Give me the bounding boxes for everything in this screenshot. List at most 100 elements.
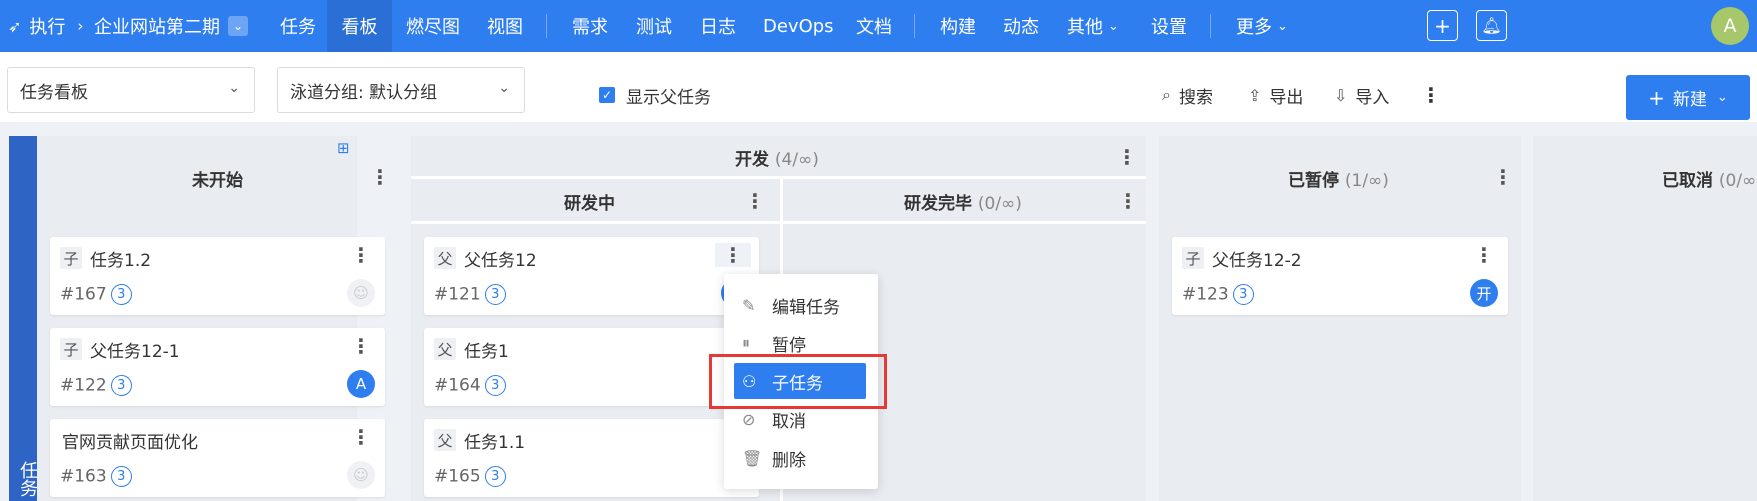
card-id: #165 3 xyxy=(434,466,506,487)
nav-item-build[interactable]: 构建 xyxy=(940,0,976,52)
column-group-divider xyxy=(411,176,1146,179)
task-card[interactable]: 官网贡献页面优化 ⋮ #163 3 ☺ xyxy=(50,419,385,497)
nav-item-other[interactable]: 其他 ⌄ xyxy=(1067,0,1119,52)
card-menu-icon[interactable]: ⋮ xyxy=(715,243,751,267)
new-button[interactable]: + 新建 ⌄ xyxy=(1626,75,1750,120)
project-name: 企业网站第二期 xyxy=(94,17,220,38)
show-parent-checkbox[interactable]: ✓ xyxy=(599,87,615,103)
project-selector[interactable]: 企业网站第二期 ⌄ xyxy=(94,0,248,52)
export-icon: ⇪ xyxy=(1248,85,1262,105)
assignee-avatar[interactable]: 开 xyxy=(1470,279,1498,307)
card-title[interactable]: 父任务12-1 xyxy=(90,337,180,362)
menu-item-edit[interactable]: ✎ 编辑任务 xyxy=(734,287,866,323)
column-title-canceled: 已取消 (0/∞) xyxy=(1662,171,1757,191)
chevron-down-icon[interactable]: ⌄ xyxy=(228,16,248,36)
add-icon[interactable]: + xyxy=(1427,10,1458,41)
task-type-tag: 父 xyxy=(434,247,456,269)
nav-item-tasks[interactable]: 任务 xyxy=(280,0,316,52)
add-card-icon[interactable]: ⊞ xyxy=(337,139,350,157)
column-menu-icon[interactable]: ⋮ xyxy=(370,165,390,189)
top-navbar: ➶ 执行 › 企业网站第二期 ⌄ 任务 看板 燃尽图 视图 需求 测试 日志 D… xyxy=(0,0,1757,52)
plus-icon: + xyxy=(1648,85,1665,110)
nav-item-requirements[interactable]: 需求 xyxy=(572,0,608,52)
import-button[interactable]: ⇩ 导入 xyxy=(1334,80,1389,110)
task-card[interactable]: 子 任务1.2 ⋮ #167 3 ☺ xyxy=(50,237,385,315)
card-id: #122 3 xyxy=(60,375,132,396)
chevron-down-icon: ⌄ xyxy=(228,80,240,96)
chevron-down-icon: ⌄ xyxy=(1716,90,1728,105)
card-id: #163 3 xyxy=(60,466,132,487)
exec-breadcrumb[interactable]: ➶ 执行 › xyxy=(8,0,95,52)
card-menu-icon[interactable]: ⋮ xyxy=(351,425,371,449)
task-card[interactable]: 父 任务1.1 #165 3 xyxy=(424,419,759,497)
task-type-tag: 子 xyxy=(60,338,82,360)
export-button[interactable]: ⇪ 导出 xyxy=(1248,80,1303,110)
card-menu-icon[interactable]: ⋮ xyxy=(1474,243,1494,267)
card-title[interactable]: 任务1.1 xyxy=(464,428,525,453)
card-title[interactable]: 任务1.2 xyxy=(90,246,151,271)
nav-item-view[interactable]: 视图 xyxy=(487,0,523,52)
column-head-divider xyxy=(411,221,1146,224)
card-id: #167 3 xyxy=(60,284,132,305)
nav-item-activity[interactable]: 动态 xyxy=(1003,0,1039,52)
card-title[interactable]: 官网贡献页面优化 xyxy=(62,428,198,453)
task-type-tag: 子 xyxy=(60,247,82,269)
exec-label: 执行 xyxy=(29,17,66,38)
count-badge: 3 xyxy=(110,466,132,487)
card-menu-icon[interactable]: ⋮ xyxy=(351,334,371,358)
column-menu-icon[interactable]: ⋮ xyxy=(745,189,765,213)
card-id: #164 3 xyxy=(434,375,506,396)
edit-icon: ✎ xyxy=(742,295,756,315)
task-card[interactable]: 子 父任务12-2 ⋮ #123 3 开 xyxy=(1172,237,1508,315)
nav-item-devops[interactable]: DevOps xyxy=(763,0,834,52)
card-title[interactable]: 任务1 xyxy=(464,337,509,362)
cancel-icon: ⊘ xyxy=(742,409,756,429)
count-badge: 3 xyxy=(1232,284,1254,305)
column-title-todo: 未开始 xyxy=(192,171,243,191)
nav-item-more[interactable]: 更多 ⌄ xyxy=(1236,0,1288,52)
user-avatar[interactable]: A xyxy=(1711,7,1749,45)
nav-item-testing[interactable]: 测试 xyxy=(636,0,672,52)
chevron-right-icon: › xyxy=(77,17,84,35)
nav-item-settings[interactable]: 设置 xyxy=(1151,0,1187,52)
search-button[interactable]: ⌕ 搜索 xyxy=(1162,80,1213,110)
column-menu-icon[interactable]: ⋮ xyxy=(1118,189,1138,213)
task-type-tag: 父 xyxy=(434,338,456,360)
lane-group-select[interactable]: 泳道分组: 默认分组 ⌄ xyxy=(277,67,525,113)
user-placeholder-icon[interactable]: ☺ xyxy=(347,461,375,489)
task-type-tag: 父 xyxy=(434,429,456,451)
search-icon: ⌕ xyxy=(1162,85,1171,104)
view-select-value: 任务看板 xyxy=(20,82,88,103)
swimlane-header[interactable]: 任务 xyxy=(9,136,38,501)
count-badge: 3 xyxy=(484,284,506,305)
chevron-down-icon: ⌄ xyxy=(1277,18,1288,34)
task-card[interactable]: 父 父任务12 ⋮ #121 3 xyxy=(424,237,759,315)
nav-item-log[interactable]: 日志 xyxy=(700,0,736,52)
task-card[interactable]: 子 父任务12-1 ⋮ #122 3 A xyxy=(50,328,385,406)
column-menu-icon[interactable]: ⋮ xyxy=(1493,165,1513,189)
lane-select-value: 泳道分组: 默认分组 xyxy=(290,82,438,103)
count-badge: 3 xyxy=(484,466,506,487)
column-title-dev-done: 研发完毕 (0/∞) xyxy=(904,194,1022,214)
nav-item-docs[interactable]: 文档 xyxy=(856,0,892,52)
column-title-dev: 开发 (4/∞) xyxy=(735,150,819,170)
assignee-avatar[interactable]: A xyxy=(347,370,375,398)
card-title[interactable]: 父任务12 xyxy=(464,246,537,271)
chevron-down-icon: ⌄ xyxy=(498,80,510,96)
card-title[interactable]: 父任务12-2 xyxy=(1212,246,1302,271)
trash-icon: 🗑︎ xyxy=(742,448,763,468)
more-options-icon[interactable]: ⋮ xyxy=(1421,80,1441,110)
menu-item-delete[interactable]: 🗑︎ 删除 xyxy=(734,440,866,476)
view-select[interactable]: 任务看板 ⌄ xyxy=(7,67,255,113)
user-placeholder-icon[interactable]: ☺ xyxy=(347,279,375,307)
nav-item-burndown[interactable]: 燃尽图 xyxy=(406,0,460,52)
show-parent-label[interactable]: 显示父任务 xyxy=(626,80,711,110)
bell-icon[interactable]: 🔔︎ xyxy=(1476,10,1507,41)
column-menu-icon[interactable]: ⋮ xyxy=(1117,145,1137,169)
count-badge: 3 xyxy=(484,375,506,396)
card-id: #123 3 xyxy=(1182,284,1254,305)
pause-icon: ⏸︎ xyxy=(742,333,751,352)
nav-item-kanban[interactable]: 看板 xyxy=(327,0,392,52)
card-menu-icon[interactable]: ⋮ xyxy=(351,243,371,267)
card-id: #121 3 xyxy=(434,284,506,305)
